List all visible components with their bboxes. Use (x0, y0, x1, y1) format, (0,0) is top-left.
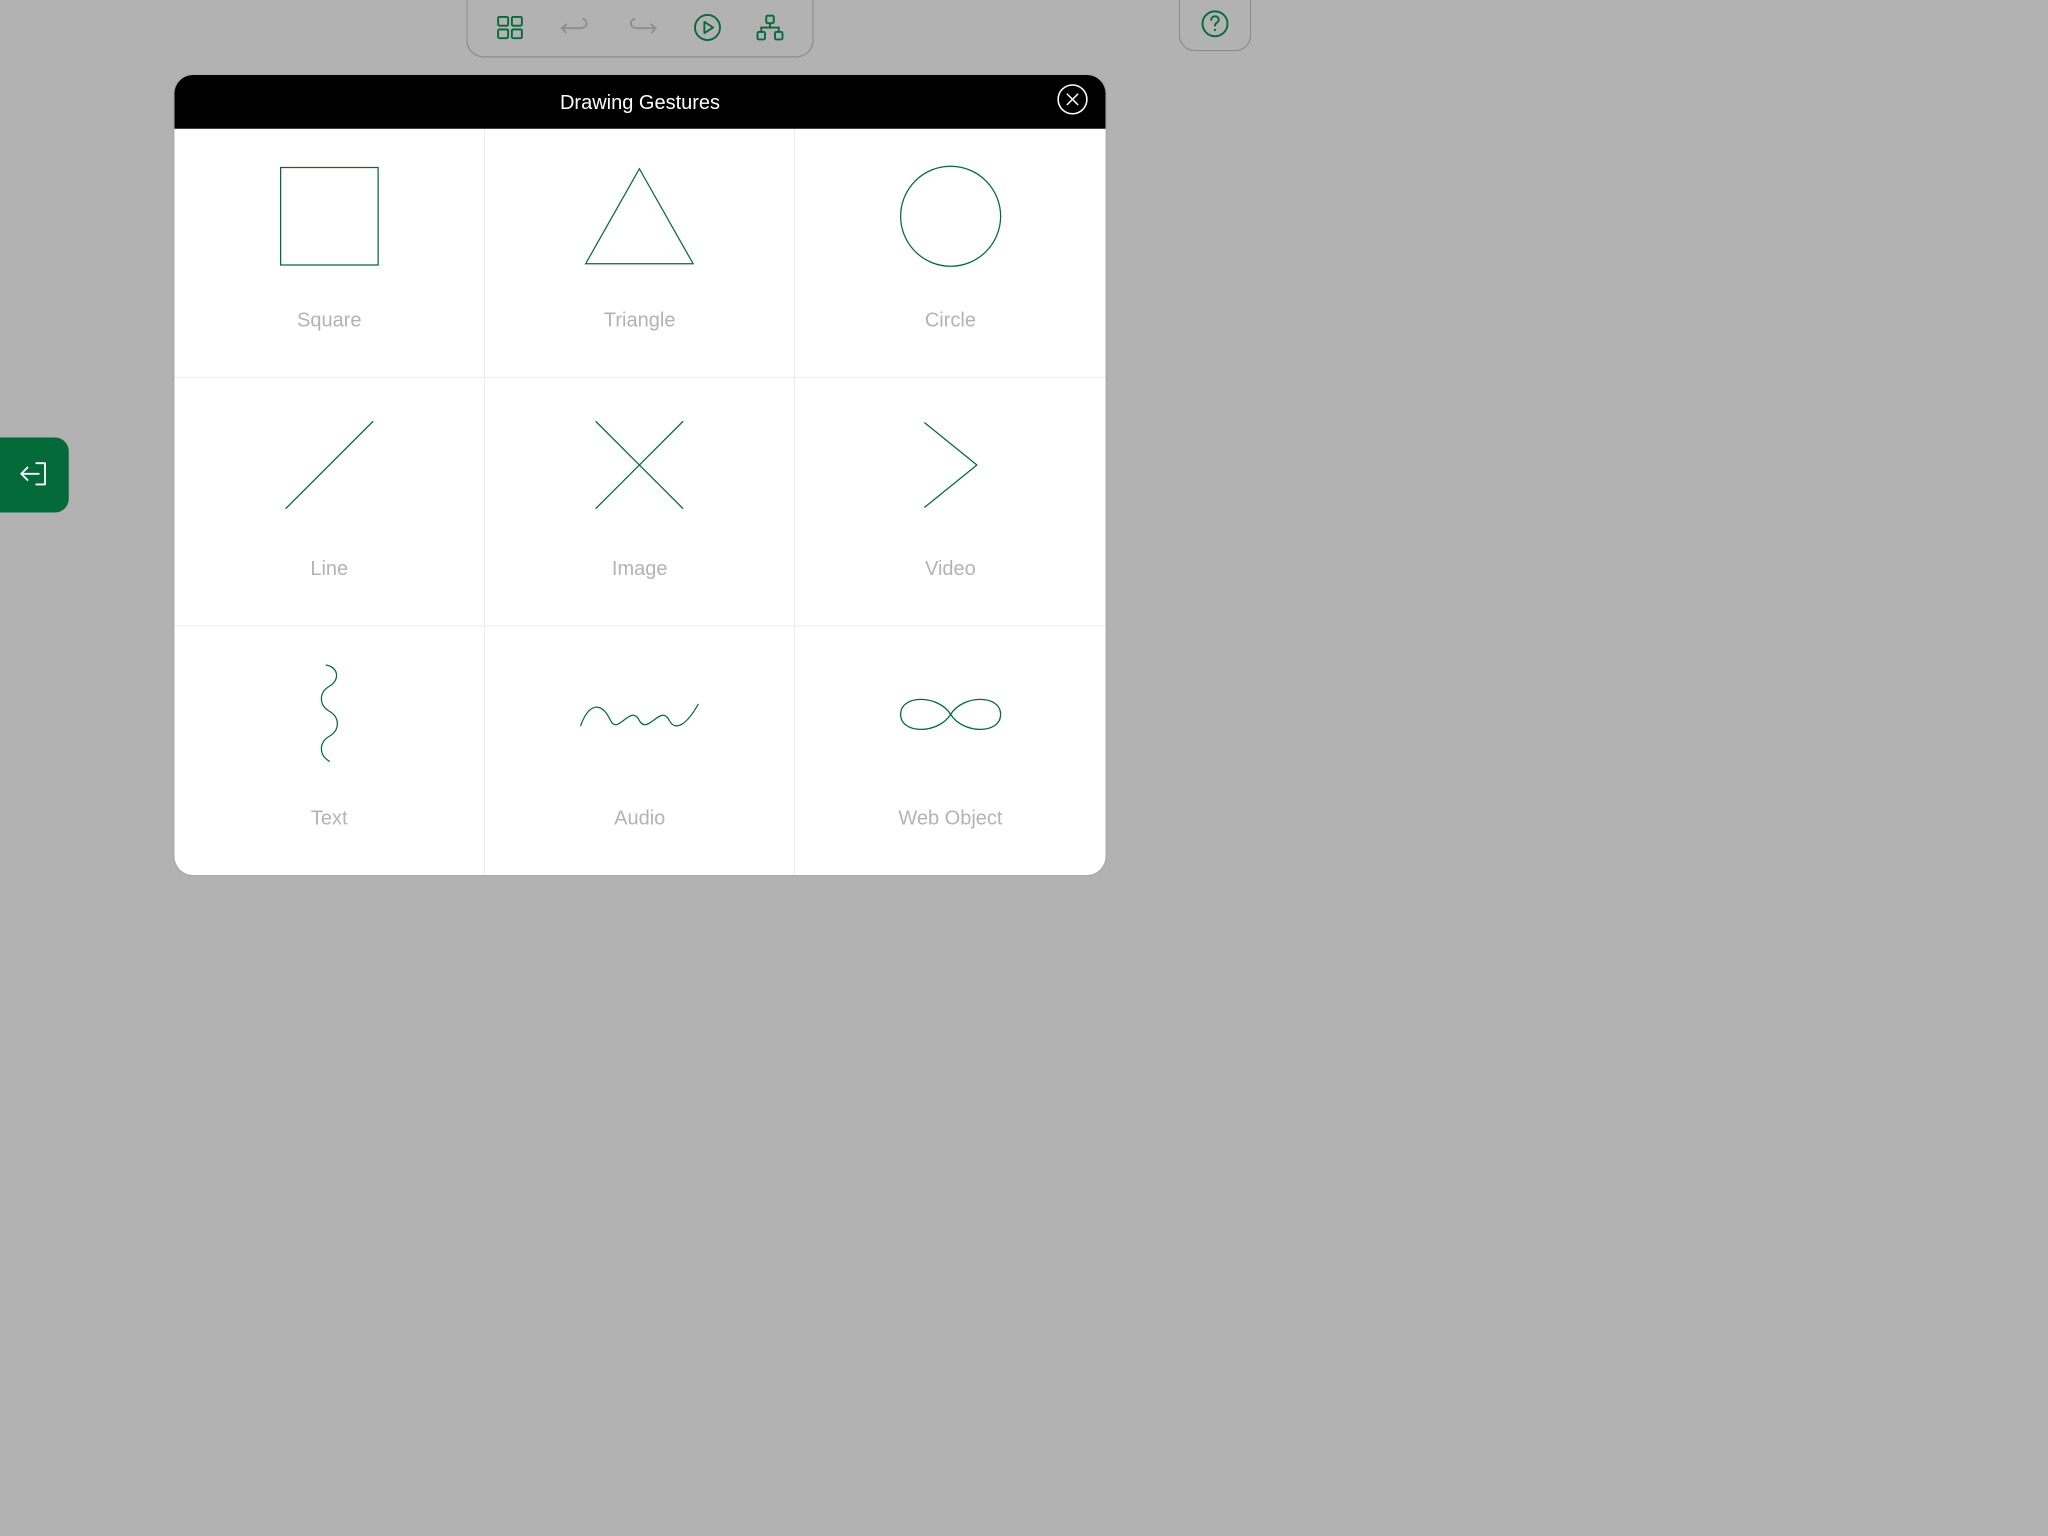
gesture-grid: Square Triangle Circle Line Image (174, 129, 1105, 875)
modal-header: Drawing Gestures (174, 75, 1105, 129)
gesture-label: Video (925, 557, 976, 580)
gesture-line[interactable]: Line (174, 378, 484, 627)
gesture-audio[interactable]: Audio (485, 626, 795, 875)
gesture-label: Circle (925, 308, 976, 331)
chevron-right-icon (913, 412, 988, 518)
gesture-label: Image (612, 557, 668, 580)
gesture-text[interactable]: Text (174, 626, 484, 875)
grid-icon[interactable] (495, 13, 525, 43)
gesture-label: Triangle (604, 308, 676, 331)
gesture-square[interactable]: Square (174, 129, 484, 378)
gesture-label: Square (297, 308, 361, 331)
modal-title: Drawing Gestures (560, 90, 720, 113)
gesture-video[interactable]: Video (795, 378, 1105, 627)
gesture-label: Text (311, 806, 348, 829)
exit-tab[interactable] (0, 438, 69, 513)
wave-icon (577, 661, 702, 767)
gesture-image[interactable]: Image (485, 378, 795, 627)
square-icon (279, 163, 379, 269)
squiggle-vertical-icon (307, 661, 351, 767)
close-button[interactable] (1057, 84, 1088, 120)
help-button[interactable] (1179, 0, 1252, 51)
editor-toolbar (466, 0, 814, 58)
x-icon (590, 412, 690, 518)
gesture-label: Line (310, 557, 348, 580)
triangle-icon (583, 163, 696, 269)
gesture-triangle[interactable]: Triangle (485, 129, 795, 378)
play-icon[interactable] (693, 13, 723, 43)
line-icon (279, 412, 379, 518)
gesture-circle[interactable]: Circle (795, 129, 1105, 378)
help-icon (1201, 9, 1230, 41)
exit-icon (16, 455, 52, 494)
gesture-label: Web Object (898, 806, 1002, 829)
infinity-icon (888, 661, 1013, 767)
undo-icon[interactable] (558, 13, 593, 43)
gesture-web-object[interactable]: Web Object (795, 626, 1105, 875)
circle-icon (899, 163, 1002, 269)
redo-icon[interactable] (625, 13, 660, 43)
gesture-label: Audio (614, 806, 665, 829)
hierarchy-icon[interactable] (755, 13, 785, 43)
drawing-gestures-modal: Drawing Gestures Square Triangle Cir (174, 75, 1105, 875)
